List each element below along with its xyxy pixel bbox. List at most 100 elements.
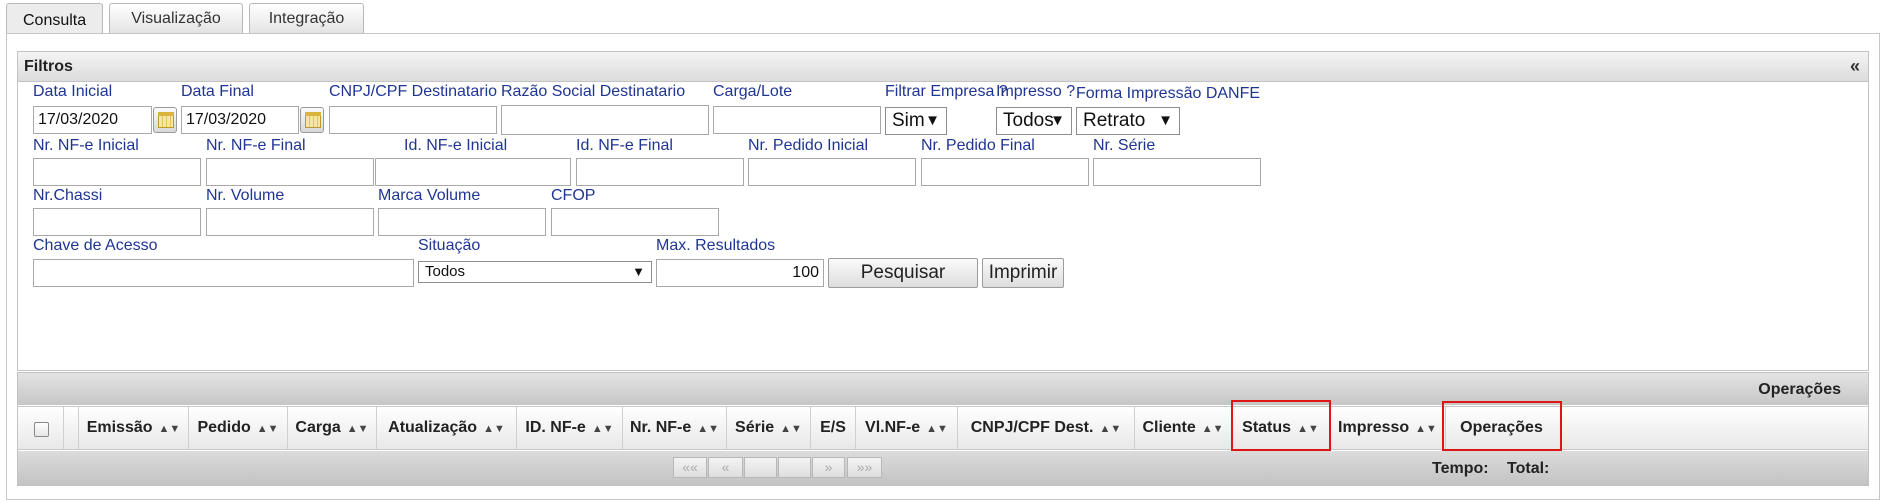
sort-icon: ▲▼ (158, 423, 181, 435)
col-carga[interactable]: Carga ▲▼ (288, 407, 377, 449)
id-nfe-final-label: Id. NF-e Final (576, 137, 673, 154)
impresso-label: Impresso ? (996, 83, 1076, 100)
pesquisar-button[interactable]: Pesquisar (828, 258, 978, 288)
chave-acesso-label: Chave de Acesso (33, 237, 158, 254)
marca-volume-label: Marca Volume (378, 187, 481, 204)
pager-prev-button[interactable]: « (708, 457, 743, 478)
filtrar-empresa-value: Sim (892, 110, 925, 131)
col-label: Nr. NF-e (629, 419, 692, 436)
dropdown-arrow-icon: ▼ (1158, 112, 1173, 129)
sort-icon: ▲▼ (926, 423, 948, 435)
max-resultados-input[interactable]: 100 (656, 259, 824, 287)
col-label: ID. NF-e (525, 419, 586, 436)
col-operacoes[interactable]: Operações (1446, 407, 1557, 449)
data-final-label: Data Final (181, 83, 254, 100)
max-resultados-label: Max. Resultados (656, 237, 776, 254)
col-vl-nfe[interactable]: Vl.NF-e ▲▼ (856, 407, 958, 449)
sort-icon: ▲▼ (256, 423, 279, 435)
col-label: Atualização (388, 419, 478, 436)
col-cliente[interactable]: Cliente ▲▼ (1135, 407, 1232, 449)
id-nfe-inicial-input[interactable] (375, 158, 571, 186)
col-serie[interactable]: Série ▲▼ (727, 407, 811, 449)
volume-label: Nr. Volume (206, 187, 285, 204)
forma-impressao-value: Retrato (1083, 110, 1146, 131)
carga-lote-input[interactable] (713, 106, 881, 134)
id-nfe-final-input[interactable] (576, 158, 744, 186)
impresso-value: Todos (1003, 110, 1054, 131)
sort-icon: ▲▼ (1297, 423, 1319, 435)
sort-icon: ▲▼ (780, 423, 802, 435)
col-label: Operações (1460, 419, 1543, 436)
razao-social-input[interactable] (501, 105, 709, 135)
col-label: Carga (295, 419, 341, 436)
sort-icon: ▲▼ (1415, 423, 1437, 435)
tab-integracao[interactable]: Integração (249, 3, 364, 34)
pedido-inicial-input[interactable] (748, 158, 916, 186)
forma-impressao-label: Forma Impressão DANFE (1076, 85, 1261, 102)
tab-bar: Consulta Visualização Integração (6, 3, 370, 37)
serie-input[interactable] (1093, 158, 1261, 186)
col-nr-nfe[interactable]: Nr. NF-e ▲▼ (623, 407, 727, 449)
calendar-icon[interactable] (153, 107, 177, 133)
tab-visualizacao[interactable]: Visualização (109, 3, 243, 34)
select-all-checkbox[interactable] (34, 422, 49, 437)
tempo-label: Tempo: (1432, 460, 1489, 477)
col-label: Emissão (86, 419, 153, 436)
situacao-value: Todos (425, 263, 466, 280)
pager-next-button[interactable]: » (812, 457, 845, 478)
cnpj-cpf-input[interactable] (329, 106, 497, 134)
sort-icon: ▲▼ (346, 423, 369, 435)
col-label: Cliente (1142, 419, 1196, 436)
nfe-final-input[interactable] (206, 158, 374, 186)
marca-volume-input[interactable] (378, 208, 546, 236)
tab-consulta[interactable]: Consulta (6, 3, 103, 37)
grid-header-row: Emissão ▲▼ Pedido ▲▼ Carga ▲▼ Atualização ▲▼… (18, 406, 1868, 450)
filters-title: Filtros (24, 58, 73, 75)
forma-impressao-select[interactable]: Retrato ▼ (1076, 107, 1180, 135)
chassi-input[interactable] (33, 208, 201, 236)
pager-last-button[interactable]: »» (847, 457, 882, 478)
pager-page-box[interactable] (744, 457, 777, 478)
cfop-input[interactable] (551, 208, 719, 236)
spacer-column (64, 407, 79, 449)
col-id-nfe[interactable]: ID. NF-e ▲▼ (517, 407, 623, 449)
data-inicial-input[interactable]: 17/03/2020 (33, 106, 152, 134)
id-nfe-inicial-label: Id. NF-e Inicial (404, 137, 508, 154)
cnpj-cpf-label: CNPJ/CPF Destinatario (329, 83, 498, 100)
col-impresso[interactable]: Impresso ▲▼ (1330, 407, 1446, 449)
sort-icon: ▲▼ (697, 423, 720, 435)
pedido-inicial-label: Nr. Pedido Inicial (748, 137, 869, 154)
pager-bar: «« « » »» Tempo: Total: (18, 451, 1868, 485)
col-status[interactable]: Status ▲▼ (1232, 407, 1330, 449)
nfe-inicial-input[interactable] (33, 158, 201, 186)
situacao-label: Situação (418, 237, 481, 254)
col-pedido[interactable]: Pedido ▲▼ (189, 407, 288, 449)
nfe-inicial-label: Nr. NF-e Inicial (33, 137, 139, 154)
pager-first-button[interactable]: «« (673, 457, 707, 478)
operacoes-toolbar-label: Operações (1758, 381, 1841, 398)
sort-icon: ▲▼ (483, 423, 505, 435)
volume-input[interactable] (206, 208, 374, 236)
results-grid: Operações Emissão ▲▼ Pedido ▲▼ Carga ▲▼ Atu… (17, 372, 1869, 486)
filtrar-empresa-select[interactable]: Sim ▼ (885, 107, 947, 135)
sort-icon: ▲▼ (1099, 423, 1122, 435)
serie-label: Nr. Série (1093, 137, 1156, 154)
dropdown-arrow-icon: ▼ (632, 264, 645, 279)
imprimir-button[interactable]: Imprimir (982, 258, 1064, 288)
chave-acesso-input[interactable] (33, 259, 414, 287)
dropdown-arrow-icon: ▼ (1050, 112, 1065, 129)
filtrar-empresa-label: Filtrar Empresa ? (885, 83, 1008, 100)
col-es[interactable]: E/S (811, 407, 856, 449)
impresso-select[interactable]: Todos ▼ (996, 107, 1072, 135)
collapse-icon[interactable]: « (1850, 56, 1860, 77)
col-emissao[interactable]: Emissão ▲▼ (79, 407, 189, 449)
cfop-label: CFOP (551, 187, 596, 204)
calendar-icon[interactable] (300, 107, 324, 133)
col-atualizacao[interactable]: Atualização ▲▼ (377, 407, 517, 449)
col-label: Vl.NF-e (865, 419, 921, 436)
data-final-input[interactable]: 17/03/2020 (181, 106, 299, 134)
situacao-select[interactable]: Todos ▼ (418, 261, 652, 283)
pedido-final-input[interactable] (921, 158, 1089, 186)
col-cnpj-cpf-dest[interactable]: CNPJ/CPF Dest. ▲▼ (958, 407, 1135, 449)
carga-lote-label: Carga/Lote (713, 83, 793, 100)
